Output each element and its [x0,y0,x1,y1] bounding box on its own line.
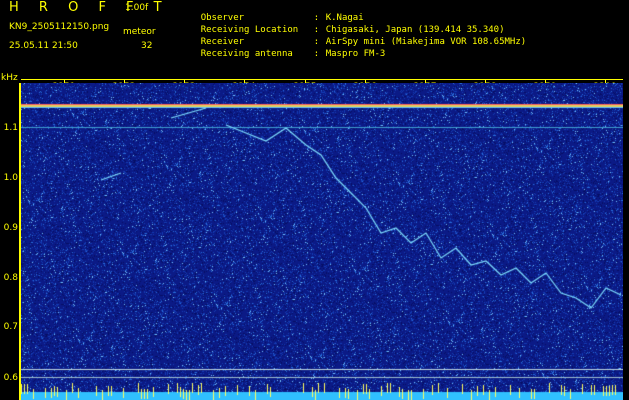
version-label: 1.00f [125,3,149,13]
y-tick-label: 1.0 [3,173,18,183]
y-tick-label: 0.8 [3,273,18,283]
info-value: Maspro FM-3 [325,49,386,59]
meteor-label: meteor [123,27,156,37]
y-tick-label: 0.9 [3,223,18,233]
timestamp: 25.05.11 21:50 [9,41,78,51]
spectrogram-canvas [21,83,623,400]
meteor-count: 32 [141,41,153,51]
x-axis-line [21,79,623,80]
spectrogram-plot [21,83,623,400]
info-key: Receiving antenna [200,49,293,59]
y-tick-label: 0.7 [3,322,18,332]
spectrogram-window: H R O F F T 1.00f KN9_2505112150.png met… [0,0,629,400]
info-row-antenna: Receiving antenna: Maspro FM-3 [200,49,386,59]
file-name: KN9_2505112150.png [9,22,110,32]
y-tick-label: 1.1 [3,123,18,133]
y-axis-unit: kHz [1,73,18,83]
y-tick-label: 0.6 [3,373,18,383]
